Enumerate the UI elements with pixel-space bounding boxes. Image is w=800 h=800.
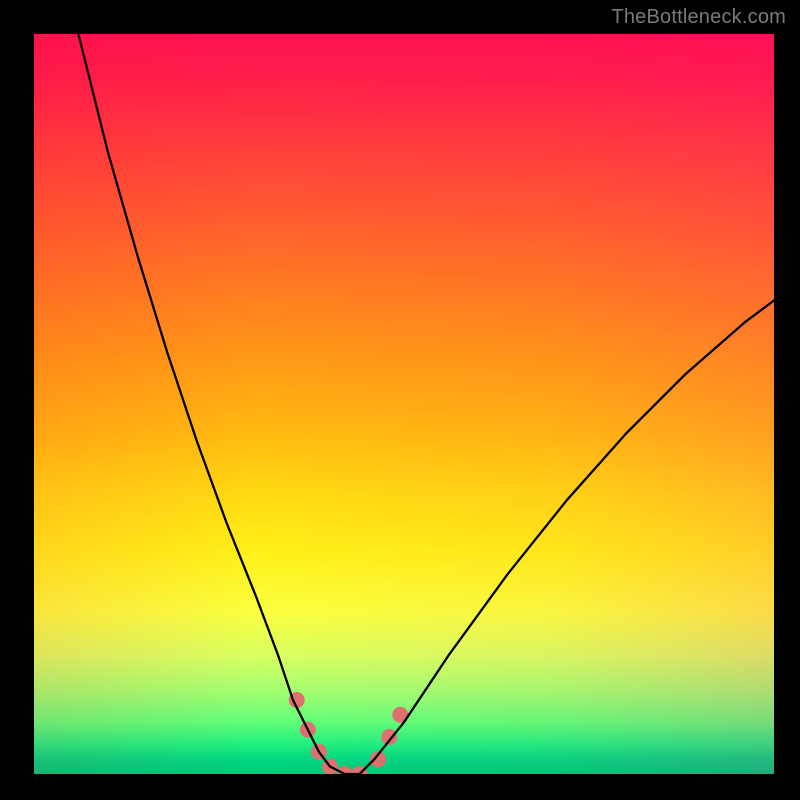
fit-marker <box>381 729 397 745</box>
watermark-text: TheBottleneck.com <box>611 6 786 29</box>
chart-frame: TheBottleneck.com <box>0 0 800 800</box>
fit-marker <box>289 692 305 708</box>
fit-marker <box>322 759 338 774</box>
fit-marker <box>370 751 386 767</box>
plot-area <box>34 34 774 774</box>
fit-marker <box>311 744 327 760</box>
fit-marker <box>352 766 368 774</box>
fit-marker <box>392 707 408 723</box>
marker-group <box>289 692 409 774</box>
curve-layer <box>34 34 774 774</box>
fit-marker <box>337 766 353 774</box>
bottleneck-curve <box>78 34 774 774</box>
fit-marker <box>300 722 316 738</box>
